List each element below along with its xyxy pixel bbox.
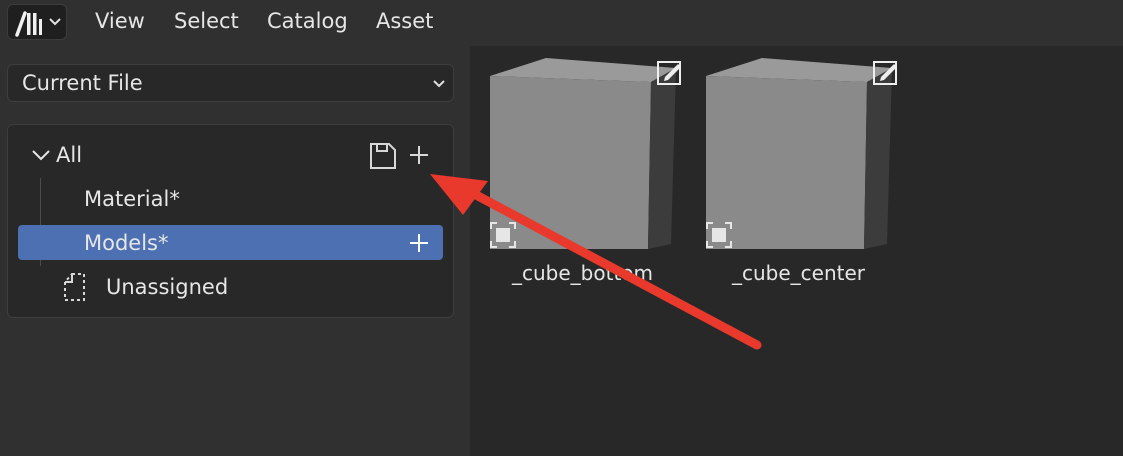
chevron-down-icon <box>433 80 445 88</box>
library-dropdown[interactable]: Current File <box>7 64 454 102</box>
header-bar: View Select Catalog Asset <box>0 0 1123 46</box>
asset-thumbnail[interactable] <box>486 54 686 249</box>
asset-grid: _cube_bottom _cube_center <box>470 46 1123 456</box>
catalog-item-models[interactable] <box>18 225 443 260</box>
plus-icon[interactable] <box>408 144 430 166</box>
menu-view[interactable]: View <box>95 9 145 33</box>
asset-thumbnail[interactable] <box>702 54 902 249</box>
object-icon <box>490 222 516 248</box>
editor-type-dropdown[interactable] <box>7 4 67 40</box>
asset-name: _cube_center <box>732 261 866 285</box>
menu-asset[interactable]: Asset <box>376 9 433 33</box>
menu-catalog[interactable]: Catalog <box>267 9 348 33</box>
asset-name: _cube_bottom <box>512 261 654 285</box>
catalog-item-unassigned[interactable]: Unassigned <box>106 275 228 299</box>
catalog-item-models-label: Models* <box>84 231 169 255</box>
sidebar: Current File All Material* Models* Unass… <box>0 46 470 456</box>
chevron-down-icon <box>49 18 61 26</box>
library-dropdown-value: Current File <box>22 71 143 95</box>
catalog-tree: All Material* Models* Unassigned <box>7 124 454 318</box>
plus-icon[interactable] <box>408 232 430 254</box>
catalog-item-all[interactable]: All <box>56 143 82 167</box>
unassigned-icon <box>64 273 85 301</box>
chevron-down-icon[interactable] <box>30 147 52 163</box>
catalog-item-material[interactable]: Material* <box>84 187 180 211</box>
object-icon <box>706 222 732 248</box>
edit-icon[interactable] <box>656 58 684 86</box>
edit-icon[interactable] <box>872 58 900 86</box>
menu-select[interactable]: Select <box>174 9 239 33</box>
asset-browser-icon <box>15 11 42 37</box>
save-icon[interactable] <box>368 141 398 171</box>
